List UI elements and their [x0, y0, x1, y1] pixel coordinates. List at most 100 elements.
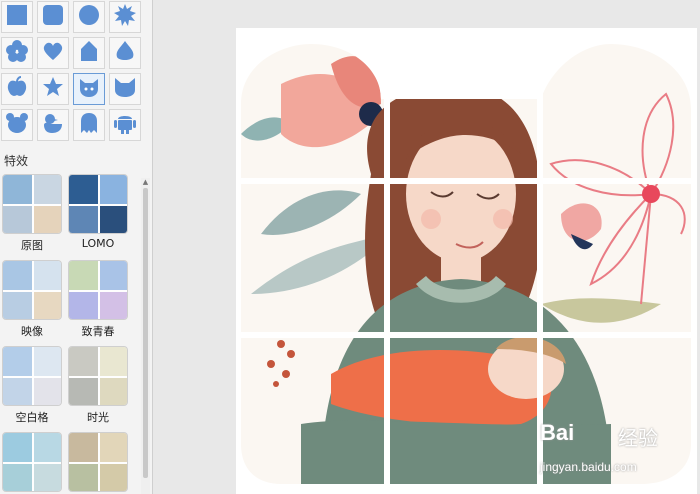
thumbnail-tile	[69, 206, 98, 233]
effects-scrollbar[interactable]: ▲	[141, 178, 150, 494]
effect-label: LOMO	[81, 237, 115, 250]
shape-option[interactable]	[73, 109, 105, 141]
watermark-url: jingyan.baidu.com	[540, 460, 637, 474]
thumbnail-tile	[100, 175, 127, 204]
thumbnail-tile	[34, 378, 61, 405]
effect-label: 时光	[87, 411, 109, 424]
shape-option[interactable]	[73, 37, 105, 69]
thumbnail-tile	[69, 464, 98, 491]
rounded-square-icon	[41, 3, 65, 31]
scroll-up-icon[interactable]: ▲	[142, 178, 149, 186]
shape-option[interactable]	[109, 37, 141, 69]
effect-thumbnail	[2, 432, 62, 492]
thumbnail-tile	[100, 347, 127, 376]
thumbnail-tile	[34, 292, 61, 319]
effect-label: 映像	[21, 325, 43, 338]
effect-option[interactable]: 致青春	[68, 260, 128, 338]
cat-head-icon	[113, 75, 137, 103]
heart-icon	[41, 39, 65, 67]
android-icon	[113, 111, 137, 139]
shape-option[interactable]	[1, 1, 33, 33]
effect-option[interactable]	[2, 432, 62, 492]
thumbnail-tile	[34, 175, 61, 204]
tag-icon	[77, 39, 101, 67]
thumbnail-tile	[3, 175, 32, 204]
shape-option[interactable]	[109, 73, 141, 105]
effect-thumbnail	[68, 432, 128, 492]
thumbnail-divider	[69, 376, 127, 378]
thumbnail-tile	[3, 378, 32, 405]
thumbnail-tile	[34, 464, 61, 491]
shape-option[interactable]	[37, 1, 69, 33]
effect-label: 空白格	[15, 411, 49, 424]
thumbnail-tile	[69, 292, 98, 319]
burst-icon	[113, 3, 137, 31]
thumbnail-divider	[69, 290, 127, 292]
left-panel: 特效 原图 LOMO 映像 致青春空白格 时光 ▲	[0, 0, 153, 494]
thumbnail-tile	[69, 378, 98, 405]
effect-thumbnail	[2, 260, 62, 320]
effect-thumbnail	[68, 260, 128, 320]
shape-option[interactable]	[37, 73, 69, 105]
shape-option[interactable]	[109, 109, 141, 141]
thumbnail-divider	[3, 376, 61, 378]
thumbnail-tile	[100, 378, 127, 405]
shape-option[interactable]	[73, 73, 105, 105]
baidu-watermark: Bai 经验 jingyan.baidu.com	[540, 416, 690, 486]
thumbnail-tile	[100, 261, 127, 290]
shape-option[interactable]	[37, 109, 69, 141]
cat-icon	[77, 75, 101, 103]
shape-option[interactable]	[73, 1, 105, 33]
thumbnail-tile	[3, 261, 32, 290]
shape-option[interactable]	[37, 37, 69, 69]
star-icon	[41, 75, 65, 103]
effect-option[interactable]: 空白格	[2, 346, 62, 424]
thumbnail-tile	[34, 433, 61, 462]
effect-option[interactable]: 原图	[2, 174, 62, 252]
effect-label: 致青春	[81, 325, 115, 338]
shape-option[interactable]	[1, 109, 33, 141]
thumbnail-tile	[100, 464, 127, 491]
effect-thumbnail	[68, 346, 128, 406]
thumbnail-tile	[100, 292, 127, 319]
apple-icon	[5, 75, 29, 103]
thumbnail-divider	[3, 462, 61, 464]
effect-option[interactable]: 映像	[2, 260, 62, 338]
effects-list: 原图 LOMO 映像 致青春空白格 时光	[0, 170, 140, 494]
thumbnail-divider	[3, 204, 61, 206]
square-icon	[5, 3, 29, 31]
shape-option[interactable]	[109, 1, 141, 33]
effect-label: 原图	[21, 239, 43, 252]
thumbnail-tile	[100, 433, 127, 462]
thumbnail-tile	[3, 433, 32, 462]
watermark-suffix: 经验	[618, 426, 658, 450]
effect-thumbnail	[2, 174, 62, 234]
effect-option[interactable]	[68, 432, 128, 492]
effect-option[interactable]: LOMO	[68, 174, 128, 250]
thumbnail-tile	[100, 206, 127, 233]
effect-option[interactable]: 时光	[68, 346, 128, 424]
thumbnail-tile	[3, 206, 32, 233]
flower-icon	[5, 39, 29, 67]
watermark-brand: Bai	[540, 420, 575, 445]
thumbnail-tile	[34, 261, 61, 290]
thumbnail-tile	[69, 433, 98, 462]
shape-option[interactable]	[1, 37, 33, 69]
thumbnail-tile	[3, 292, 32, 319]
circle-icon	[77, 3, 101, 31]
thumbnail-divider	[3, 290, 61, 292]
shape-option[interactable]	[1, 73, 33, 105]
thumbnail-tile	[3, 464, 32, 491]
duck-icon	[41, 111, 65, 139]
bear-icon	[5, 111, 29, 139]
drop-icon	[113, 39, 137, 67]
thumbnail-tile	[34, 347, 61, 376]
thumbnail-tile	[34, 206, 61, 233]
thumbnail-tile	[69, 261, 98, 290]
effect-thumbnail	[68, 174, 128, 234]
effects-section-title: 特效	[4, 154, 29, 168]
thumbnail-tile	[69, 347, 98, 376]
thumbnail-tile	[3, 347, 32, 376]
scrollbar-thumb[interactable]	[143, 188, 148, 478]
ghost-icon	[77, 111, 101, 139]
